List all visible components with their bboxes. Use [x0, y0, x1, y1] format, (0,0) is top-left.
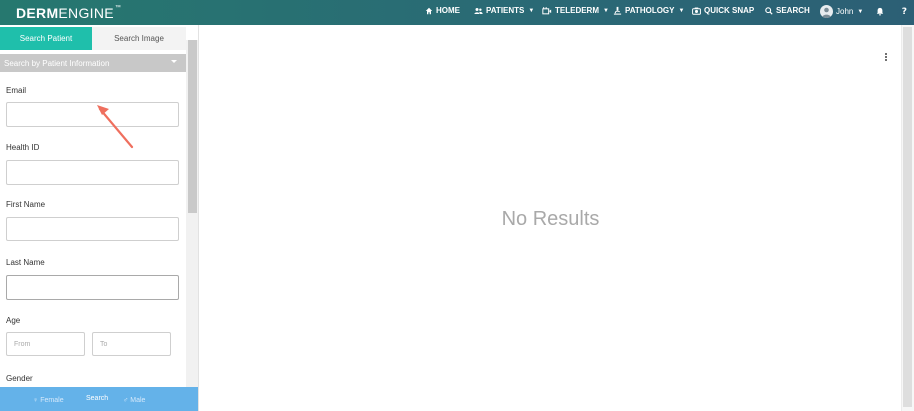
annotation-arrow-icon [97, 105, 134, 149]
age-label: Age [6, 316, 21, 325]
bell-icon [876, 7, 884, 16]
microscope-icon [613, 6, 622, 15]
nav-telederm[interactable]: TELEDERM ▼ [542, 6, 609, 15]
more-options-button[interactable] [885, 53, 887, 62]
age-from-field[interactable]: From [6, 332, 85, 356]
nav-quick-snap[interactable]: QUICK SNAP [692, 6, 754, 15]
dermengine-logo[interactable]: DERMENGINE™ [16, 5, 121, 21]
notifications-button[interactable] [876, 7, 884, 16]
results-scrollbar-thumb[interactable] [903, 27, 912, 407]
age-to-field[interactable]: To [92, 332, 171, 356]
chevron-down-icon: ▼ [857, 8, 864, 15]
user-menu[interactable]: John ▼ [820, 5, 863, 18]
chevron-down-icon: ▼ [678, 7, 685, 14]
male-icon: ♂ [123, 397, 129, 404]
gender-female-option[interactable]: ♀ Female [33, 397, 64, 404]
home-icon [425, 7, 433, 14]
first-name-field[interactable] [6, 217, 179, 241]
no-results-message: No Results [501, 208, 600, 230]
tab-search-patient[interactable]: Search Patient [0, 27, 92, 50]
first-name-label: First Name [6, 200, 46, 209]
camera-icon [692, 7, 701, 15]
gender-label: Gender [6, 374, 33, 383]
nav-pathology[interactable]: PATHOLOGY ▼ [613, 6, 684, 15]
users-icon [474, 7, 483, 14]
nav-home[interactable]: HOME [425, 6, 460, 15]
help-button[interactable]: ? [900, 6, 909, 15]
nav-patients[interactable]: PATIENTS ▼ [474, 6, 534, 15]
health-id-field[interactable] [6, 160, 179, 185]
health-id-label: Health ID [6, 143, 40, 152]
female-icon: ♀ [33, 397, 39, 404]
email-label: Email [6, 86, 27, 95]
search-mode-select[interactable]: Search by Patient Information [0, 54, 186, 72]
kebab-icon [885, 53, 887, 55]
help-icon: ? [902, 7, 907, 15]
chevron-down-icon: ▼ [528, 7, 535, 14]
search-button-label: Search [86, 395, 109, 402]
search-icon [765, 6, 773, 15]
avatar [820, 5, 833, 18]
results-area: No Results [200, 25, 914, 411]
caret-down-icon [171, 60, 177, 63]
tab-search-image[interactable]: Search Image [92, 27, 186, 50]
email-field[interactable] [6, 102, 179, 127]
panel-scrollbar-thumb[interactable] [188, 40, 197, 213]
svg-text:?: ? [902, 7, 907, 15]
last-name-field[interactable] [6, 275, 179, 300]
search-panel: Search Patient Search Image Search by Pa… [0, 25, 199, 411]
top-navbar: DERMENGINE™ HOME PATIENTS ▼ TELEDERM ▼ P… [0, 0, 914, 25]
chevron-down-icon: ▼ [603, 7, 609, 14]
user-icon [822, 7, 831, 18]
last-name-label: Last Name [6, 258, 45, 267]
gender-male-option[interactable]: ♂ Male [123, 397, 145, 404]
nav-search[interactable]: SEARCH [765, 6, 810, 15]
telederm-icon [542, 7, 552, 15]
